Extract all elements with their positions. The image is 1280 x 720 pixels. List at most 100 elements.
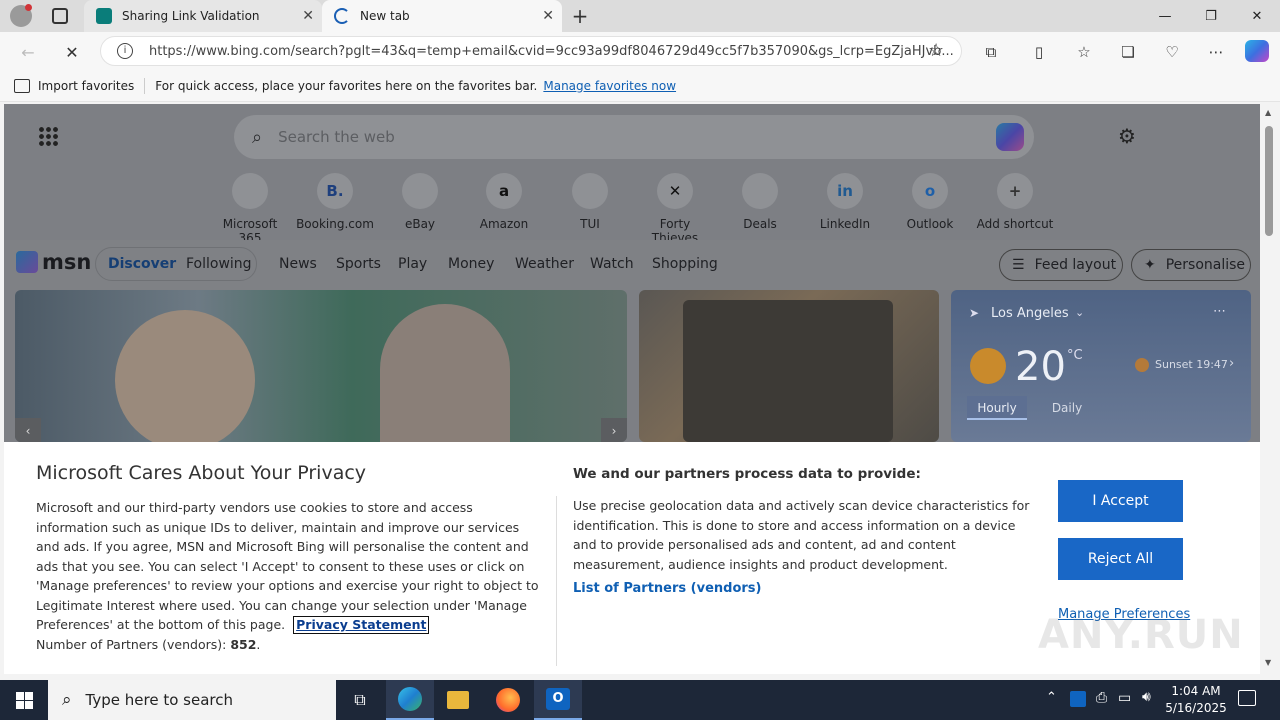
tab-title: New tab — [360, 9, 410, 23]
clock-time: 1:04 AM — [1171, 684, 1221, 698]
edge-taskbar-icon[interactable] — [386, 680, 434, 720]
msn-nav-watch[interactable]: Watch — [590, 256, 634, 272]
taskbar-clock[interactable]: 1:04 AM 5/16/2025 — [1160, 683, 1232, 717]
address-field[interactable]: i https://www.bing.com/search?pglt=43&q=… — [100, 36, 962, 66]
folder-icon — [447, 691, 469, 709]
location-chevron-icon[interactable]: ⌄ — [1075, 306, 1084, 319]
tray-device-icon[interactable]: ⎙ — [1096, 690, 1107, 706]
collections-icon[interactable]: ❏ — [1116, 40, 1140, 64]
weather-card[interactable]: ➤ Los Angeles ⌄ ⋯ 20 °C Sunset 19:47 › H… — [951, 290, 1251, 442]
shortcut-icon — [572, 173, 608, 209]
shortcut-add-shortcut[interactable]: + Add shortcut — [975, 173, 1055, 231]
favorite-star-icon[interactable]: ☆ — [928, 40, 948, 62]
sunset-time: Sunset 19:47 — [1155, 358, 1228, 371]
msn-nav-shopping[interactable]: Shopping — [652, 256, 718, 272]
page-scrollbar[interactable]: ▲ ▼ — [1260, 104, 1280, 674]
restore-button[interactable]: ❐ — [1188, 0, 1234, 32]
weather-tab-daily[interactable]: Daily — [1039, 396, 1095, 420]
shortcut-label: Outlook — [906, 217, 954, 231]
taskbar-search[interactable]: ⌕ Type here to search — [48, 680, 336, 720]
shortcut-deals[interactable]: Deals — [720, 173, 800, 231]
shortcut-icon — [742, 173, 778, 209]
site-info-icon[interactable]: i — [117, 43, 133, 59]
page-settings-gear-icon[interactable]: ⚙ — [1116, 125, 1138, 147]
news-card-hero[interactable]: ‹ › — [15, 290, 627, 442]
taskbar-search-placeholder: Type here to search — [85, 691, 233, 709]
new-tab-button[interactable]: + — [568, 4, 592, 28]
tray-chevron-icon[interactable]: ⌃ — [1046, 690, 1057, 705]
vendors-list-link[interactable]: List of Partners (vendors) — [573, 581, 761, 596]
carousel-next-button[interactable]: › — [601, 418, 627, 442]
shortcut-booking-com[interactable]: B. Booking.com — [295, 173, 375, 231]
start-button[interactable] — [0, 680, 48, 720]
weather-location[interactable]: Los Angeles — [991, 306, 1069, 321]
apps-launcher-icon[interactable] — [38, 126, 58, 146]
shortcut-forty-thieves[interactable]: ✕ Forty Thieves — [635, 173, 715, 245]
shortcut-tui[interactable]: TUI — [550, 173, 630, 231]
msn-nav-play[interactable]: Play — [398, 256, 427, 272]
tab-new-tab[interactable]: New tab ✕ — [322, 0, 562, 32]
copilot-icon[interactable] — [1245, 40, 1269, 62]
favorites-icon[interactable]: ☆ — [1072, 40, 1096, 64]
news-card-food[interactable] — [639, 290, 939, 442]
minimize-button[interactable]: — — [1142, 0, 1188, 32]
scroll-up-arrow-icon[interactable]: ▲ — [1265, 108, 1271, 117]
shortcut-ebay[interactable]: eBay — [380, 173, 460, 231]
tab-actions-icon[interactable] — [52, 8, 68, 24]
msn-nav-money[interactable]: Money — [448, 256, 494, 272]
personalise-button[interactable]: ✦ Personalise — [1131, 249, 1251, 281]
msn-nav-news[interactable]: News — [279, 256, 317, 272]
close-tab-icon[interactable]: ✕ — [542, 8, 554, 24]
split-screen-icon[interactable]: ▯ — [1027, 40, 1051, 64]
sunset-chevron-icon[interactable]: › — [1229, 356, 1234, 371]
feed-layout-button[interactable]: ☰ Feed layout — [999, 249, 1123, 281]
weather-more-icon[interactable]: ⋯ — [1213, 304, 1226, 319]
purpose-title: We and our partners process data to prov… — [573, 466, 921, 482]
firefox-icon[interactable] — [484, 680, 532, 720]
stop-loading-button[interactable]: ✕ — [60, 40, 84, 64]
msn-nav-weather[interactable]: Weather — [515, 256, 574, 272]
sun-icon — [970, 348, 1006, 384]
scroll-thumb[interactable] — [1265, 126, 1273, 236]
shortcut-outlook[interactable]: o Outlook — [890, 173, 970, 231]
manage-favorites-link[interactable]: Manage favorites now — [543, 79, 676, 93]
shortcut-microsoft-365[interactable]: Microsoft 365 — [210, 173, 290, 245]
close-window-button[interactable]: ✕ — [1234, 0, 1280, 32]
profile-icon[interactable] — [10, 4, 32, 27]
volume-icon[interactable]: 🔊︎ — [1142, 689, 1151, 705]
notifications-icon[interactable] — [1238, 690, 1256, 706]
shortcut-label: Amazon — [479, 217, 529, 231]
extensions-icon[interactable]: ⧉ — [979, 40, 1003, 64]
privacy-title: Microsoft Cares About Your Privacy — [36, 462, 367, 484]
weather-tab-hourly[interactable]: Hourly — [967, 396, 1027, 420]
close-tab-icon[interactable]: ✕ — [302, 8, 314, 24]
web-search-box[interactable]: ⌕ Search the web — [234, 115, 1034, 159]
more-menu-icon[interactable]: ⋯ — [1204, 40, 1228, 64]
import-favorites-button[interactable]: Import favorites — [38, 79, 134, 93]
scroll-down-arrow-icon[interactable]: ▼ — [1265, 658, 1271, 667]
watermark: ANY.RUN — [1038, 612, 1244, 658]
import-favorites-icon[interactable] — [14, 78, 30, 93]
performance-icon[interactable]: ♡ — [1160, 40, 1184, 64]
tab-following[interactable]: Following — [186, 256, 252, 272]
privacy-consent-dialog: Microsoft Cares About Your Privacy Micro… — [4, 442, 1260, 674]
sliders-icon: ☰ — [1012, 257, 1025, 273]
shortcut-amazon[interactable]: a Amazon — [464, 173, 544, 231]
tab-sharing-link-validation[interactable]: Sharing Link Validation ✕ — [84, 0, 322, 32]
tray-outlook-icon[interactable] — [1070, 691, 1086, 707]
file-explorer-icon[interactable] — [434, 680, 482, 720]
msn-logo[interactable]: msn — [16, 250, 91, 274]
copilot-search-icon[interactable] — [996, 123, 1024, 151]
accept-button[interactable]: I Accept — [1058, 480, 1183, 522]
reject-all-button[interactable]: Reject All — [1058, 538, 1183, 580]
msn-nav-sports[interactable]: Sports — [336, 256, 381, 272]
back-button[interactable]: ← — [16, 40, 40, 64]
shortcut-linkedin[interactable]: in LinkedIn — [805, 173, 885, 231]
carousel-prev-button[interactable]: ‹ — [15, 418, 41, 442]
outlook-taskbar-icon[interactable]: O — [534, 680, 582, 720]
network-icon[interactable]: ▭ — [1118, 690, 1131, 706]
privacy-statement-link[interactable]: Privacy Statement — [293, 616, 430, 634]
privacy-body: Microsoft and our third-party vendors us… — [36, 498, 542, 654]
task-view-icon[interactable]: ⧉ — [336, 680, 384, 720]
tab-discover[interactable]: Discover — [108, 256, 176, 272]
